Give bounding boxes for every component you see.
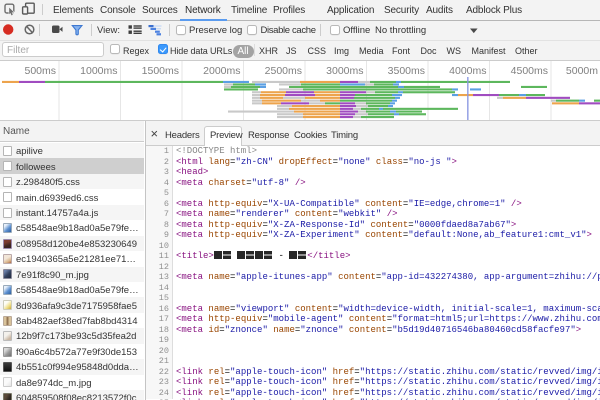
svg-text:3500ms: 3500ms: [388, 65, 425, 77]
svg-text:4500ms: 4500ms: [511, 65, 548, 77]
svg-text:2500ms: 2500ms: [265, 65, 302, 77]
svg-text:1500ms: 1500ms: [142, 65, 179, 77]
svg-text:1000ms: 1000ms: [80, 65, 117, 77]
svg-text:3000ms: 3000ms: [326, 65, 363, 77]
svg-text:4000ms: 4000ms: [449, 65, 486, 77]
svg-text:2000ms: 2000ms: [203, 65, 240, 77]
svg-text:5000m: 5000m: [566, 65, 598, 77]
svg-text:500ms: 500ms: [24, 65, 56, 77]
